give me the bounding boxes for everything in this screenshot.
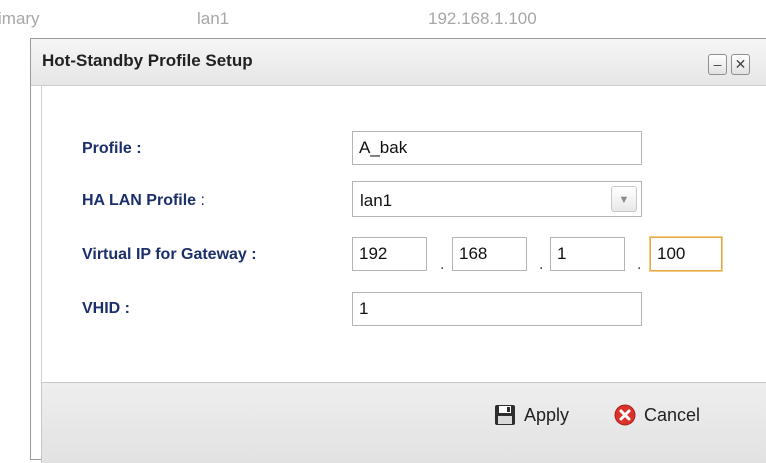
close-icon: ✕	[734, 56, 747, 72]
cancel-label: Cancel	[644, 404, 701, 425]
dialog-content: Profile : HA LAN Profile : lan1 ▼ Virtua…	[41, 86, 766, 381]
close-button[interactable]: ✕	[731, 54, 750, 75]
dialog-titlebar[interactable]: Hot-Standby Profile Setup – ✕	[31, 39, 766, 86]
background-table-row: imary lan1 192.168.1.100	[0, 0, 766, 38]
virtual-ip-octet-2[interactable]	[452, 237, 527, 271]
virtual-ip-octet-1[interactable]	[352, 237, 427, 271]
save-icon	[495, 405, 515, 425]
background-cell-ip: 192.168.1.100	[428, 9, 537, 28]
virtual-ip-octet-4[interactable]	[650, 237, 722, 271]
cancel-icon	[614, 404, 636, 426]
vhid-input[interactable]	[352, 292, 642, 326]
profile-input[interactable]	[352, 131, 642, 165]
ha-lan-profile-label-colon: :	[196, 192, 205, 209]
ha-lan-profile-label-text: HA LAN Profile	[82, 192, 197, 209]
dialog-footer: Apply Cancel	[41, 382, 766, 463]
apply-label: Apply	[524, 404, 570, 425]
background-cell-role: imary	[0, 9, 40, 28]
virtual-ip-label: Virtual IP for Gateway :	[82, 246, 257, 263]
profile-label: Profile :	[82, 140, 142, 157]
ip-dot-separator: .	[539, 256, 544, 273]
virtual-ip-octet-3[interactable]	[550, 237, 625, 271]
ha-lan-profile-value: lan1	[360, 191, 393, 210]
vhid-label: VHID :	[82, 300, 130, 317]
minimize-icon: –	[713, 56, 722, 72]
dialog-title: Hot-Standby Profile Setup	[42, 51, 253, 70]
cancel-button[interactable]: Cancel	[614, 400, 700, 430]
background-cell-interface: lan1	[197, 9, 230, 28]
ip-dot-separator: .	[637, 256, 642, 273]
minimize-button[interactable]: –	[708, 54, 727, 75]
ha-lan-profile-label: HA LAN Profile :	[82, 192, 205, 210]
apply-button[interactable]: Apply	[494, 400, 569, 430]
hot-standby-profile-dialog: Hot-Standby Profile Setup – ✕ Profile : …	[30, 38, 766, 463]
ip-dot-separator: .	[440, 256, 445, 273]
ha-lan-profile-select[interactable]: lan1 ▼	[352, 181, 642, 217]
chevron-down-icon[interactable]: ▼	[611, 186, 637, 212]
